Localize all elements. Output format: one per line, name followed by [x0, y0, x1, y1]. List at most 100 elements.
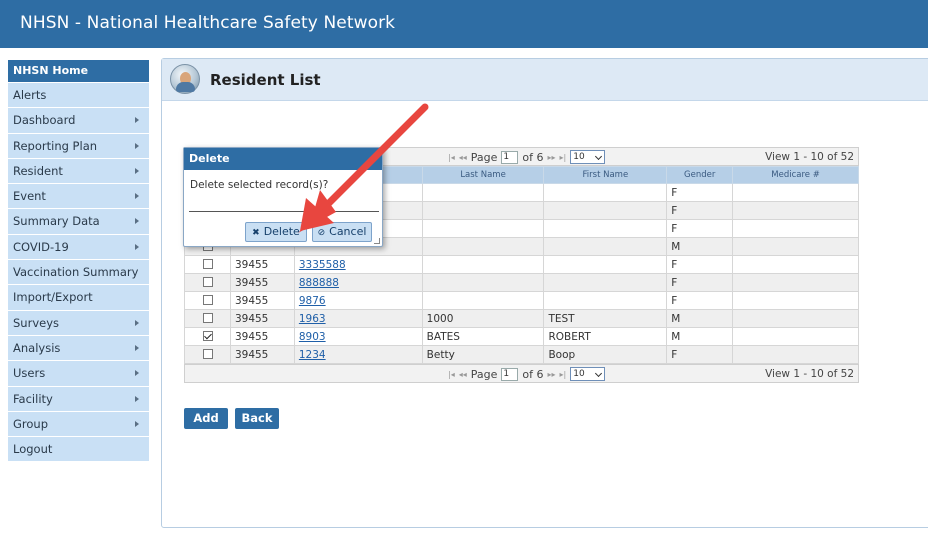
- chevron-right-icon: [135, 117, 139, 124]
- sidebar-item-dashboard[interactable]: Dashboard: [8, 108, 149, 134]
- column-header[interactable]: Medicare #: [732, 166, 859, 184]
- sidebar-item-analysis[interactable]: Analysis: [8, 335, 149, 362]
- last-page-icon[interactable]: ▸|: [560, 370, 567, 379]
- select-cell: [184, 273, 231, 292]
- row-checkbox[interactable]: [203, 331, 213, 341]
- view-count: View 1 - 10 of 52: [765, 151, 854, 163]
- sidebar-item-label: Reporting Plan: [13, 138, 98, 153]
- last-page-icon[interactable]: ▸|: [560, 153, 567, 162]
- sidebar-item-label: Logout: [13, 442, 53, 457]
- sidebar-item-vaccination-summary[interactable]: Vaccination Summary: [8, 260, 149, 286]
- table-row[interactable]: 39455 9876 F: [184, 291, 859, 310]
- sidebar-item-label: Facility: [13, 391, 53, 406]
- resident-id-link[interactable]: 3335588: [293, 255, 423, 274]
- cancel-button[interactable]: ⊘ Cancel: [312, 222, 372, 242]
- sidebar-item-resident[interactable]: Resident: [8, 158, 149, 185]
- first-name-cell: Boop: [543, 345, 668, 364]
- page-label: Page: [470, 367, 498, 381]
- table-row[interactable]: 39455 8903 BATES ROBERT M: [184, 327, 859, 346]
- first-page-icon[interactable]: |◂: [448, 153, 455, 162]
- resident-id-link[interactable]: 8903: [293, 327, 423, 346]
- sidebar-item-label: Alerts: [13, 88, 47, 102]
- column-header[interactable]: Gender: [666, 166, 734, 184]
- row-checkbox[interactable]: [203, 259, 213, 269]
- resident-id-link[interactable]: 1234: [293, 345, 423, 364]
- row-checkbox[interactable]: [203, 349, 213, 359]
- sidebar-item-label: Dashboard: [13, 113, 76, 128]
- facility-cell: 39455: [229, 273, 295, 292]
- next-page-icon[interactable]: ▸▸: [548, 370, 556, 379]
- sidebar-nav: NHSN Home Alerts Dashboard Reporting Plan Re…: [8, 60, 149, 463]
- sidebar-item-facility[interactable]: Facility: [8, 386, 149, 412]
- column-header[interactable]: First Name: [543, 166, 668, 184]
- sidebar-item-label: NHSN Home: [13, 64, 89, 77]
- page-size-select[interactable]: 10: [570, 367, 606, 381]
- first-name-cell: TEST: [543, 309, 668, 328]
- chevron-right-icon: [135, 142, 139, 149]
- page-header: Resident List: [162, 59, 928, 101]
- first-page-icon[interactable]: |◂: [448, 370, 455, 379]
- resident-id-link[interactable]: 9876: [293, 291, 423, 310]
- sidebar-item-logout[interactable]: Logout: [8, 437, 149, 463]
- sidebar-item-group[interactable]: Group: [8, 411, 149, 438]
- sidebar-item-summary-data[interactable]: Summary Data: [8, 209, 149, 235]
- page-input[interactable]: 1: [501, 367, 519, 381]
- medicare-cell: [732, 255, 859, 274]
- resident-id-link[interactable]: 888888: [293, 273, 423, 292]
- resident-id-link[interactable]: 1963: [293, 309, 423, 328]
- chevron-right-icon: [135, 218, 139, 225]
- select-cell: [184, 291, 231, 310]
- table-row[interactable]: 39455 3335588 F: [184, 255, 859, 274]
- last-name-cell: [421, 183, 545, 202]
- medicare-cell: [732, 219, 859, 238]
- gender-cell: F: [666, 255, 734, 274]
- row-checkbox[interactable]: [203, 313, 213, 323]
- sidebar-item-label: Event: [13, 189, 46, 204]
- medicare-cell: [732, 345, 859, 364]
- confirm-delete-button[interactable]: ✖ Delete: [245, 222, 307, 242]
- app-header: NHSN - National Healthcare Safety Networ…: [0, 0, 928, 48]
- sidebar-item-covid-19[interactable]: COVID-19: [8, 234, 149, 261]
- page-title: Resident List: [210, 71, 321, 89]
- sidebar-item-label: Summary Data: [13, 214, 100, 229]
- column-header[interactable]: Last Name: [421, 166, 545, 184]
- row-checkbox[interactable]: [203, 277, 213, 287]
- table-row[interactable]: 39455 1963 1000 TEST M: [184, 309, 859, 328]
- chevron-down-icon: [595, 369, 603, 378]
- row-checkbox[interactable]: [203, 295, 213, 305]
- resize-grip-icon[interactable]: [374, 238, 380, 244]
- sidebar-item-surveys[interactable]: Surveys: [8, 310, 149, 336]
- sidebar-item-reporting-plan[interactable]: Reporting Plan: [8, 133, 149, 159]
- view-count: View 1 - 10 of 52: [765, 368, 854, 380]
- facility-cell: 39455: [229, 309, 295, 328]
- medicare-cell: [732, 273, 859, 292]
- sidebar-item-import-export[interactable]: Import/Export: [8, 285, 149, 311]
- page-size-select[interactable]: 10: [570, 150, 606, 164]
- gender-cell: F: [666, 291, 734, 310]
- sidebar-item-alerts[interactable]: Alerts: [8, 83, 149, 109]
- chevron-right-icon: [135, 344, 139, 351]
- table-row[interactable]: 39455 888888 F: [184, 273, 859, 292]
- table-row[interactable]: 39455 1234 Betty Boop F: [184, 345, 859, 364]
- back-button[interactable]: Back: [235, 408, 279, 429]
- sidebar-item-event[interactable]: Event: [8, 184, 149, 210]
- chevron-right-icon: [135, 243, 139, 250]
- medicare-cell: [732, 309, 859, 328]
- sidebar-item-users[interactable]: Users: [8, 361, 149, 387]
- gender-cell: F: [666, 219, 734, 238]
- page-input[interactable]: 1: [501, 150, 519, 164]
- medicare-cell: [732, 237, 859, 256]
- medicare-cell: [732, 201, 859, 220]
- add-button[interactable]: Add: [184, 408, 228, 429]
- sidebar-item-nhsn-home[interactable]: NHSN Home: [8, 60, 149, 83]
- prev-page-icon[interactable]: ◂◂: [459, 153, 467, 162]
- next-page-icon[interactable]: ▸▸: [548, 153, 556, 162]
- pager-bottom: |◂ ◂◂ Page 1 of 6 ▸▸ ▸| 10 View 1 - 10 o…: [184, 364, 859, 383]
- sidebar-item-label: COVID-19: [13, 239, 69, 254]
- prev-page-icon[interactable]: ◂◂: [459, 370, 467, 379]
- last-name-cell: [421, 291, 545, 310]
- last-name-cell: Betty: [421, 345, 545, 364]
- first-name-cell: [543, 237, 668, 256]
- chevron-down-icon: [595, 152, 603, 161]
- last-name-cell: [421, 255, 545, 274]
